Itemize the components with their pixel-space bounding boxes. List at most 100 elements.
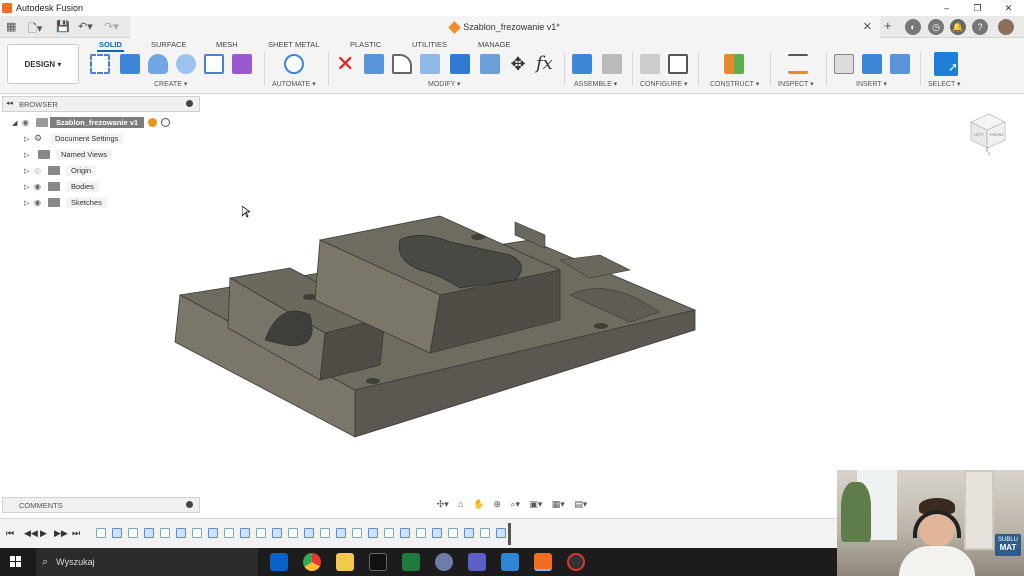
timeline-feature[interactable] <box>384 528 394 538</box>
new-component-icon[interactable] <box>572 54 592 74</box>
timeline-end-icon[interactable]: ⏭ <box>72 528 80 539</box>
timeline-start-icon[interactable]: ⏮ <box>6 528 14 539</box>
orbit-icon[interactable]: ✣▾ <box>437 499 449 510</box>
create-sketch-icon[interactable] <box>90 54 110 74</box>
timeline-feature[interactable] <box>352 528 362 538</box>
browser-item-named-views[interactable]: ▷ Named Views <box>24 148 113 161</box>
timeline-feature[interactable] <box>96 528 106 538</box>
timeline-feature[interactable] <box>256 528 266 538</box>
taskbar-search-box[interactable]: ⌕ Wyszukaj <box>36 548 258 576</box>
group-modify-label[interactable]: MODIFY ▾ <box>428 80 461 88</box>
viewcube-left-label[interactable]: LEFT <box>974 132 984 137</box>
browser-item-document-settings[interactable]: ▷ ⚙ Document Settings <box>24 132 124 145</box>
timeline-feature[interactable] <box>336 528 346 538</box>
group-configure-label[interactable]: CONFIGURE ▾ <box>640 80 687 88</box>
tab-utilities[interactable]: UTILITIES <box>412 40 447 49</box>
timeline-feature[interactable] <box>128 528 138 538</box>
timeline-feature[interactable] <box>480 528 490 538</box>
capture-app-icon[interactable] <box>369 553 387 571</box>
viewports-icon[interactable]: ▤▾ <box>574 499 587 510</box>
group-automate-label[interactable]: AUTOMATE ▾ <box>272 80 316 88</box>
timeline-feature[interactable] <box>272 528 282 538</box>
maximize-button[interactable]: ❐ <box>962 0 993 16</box>
tab-solid[interactable]: SOLID <box>97 40 124 52</box>
timeline-feature[interactable] <box>464 528 474 538</box>
grid-settings-icon[interactable]: ▦▾ <box>552 499 565 510</box>
tab-sheet-metal[interactable]: SHEET METAL <box>268 40 319 49</box>
timeline-feature[interactable] <box>400 528 410 538</box>
model-viewport[interactable] <box>160 200 720 450</box>
expand-arrow-icon[interactable]: ▷ <box>24 199 34 207</box>
timeline-feature[interactable] <box>432 528 442 538</box>
display-settings-icon[interactable]: ▣▾ <box>529 499 542 510</box>
expand-arrow-icon[interactable]: ▷ <box>24 151 34 159</box>
configure-table-icon[interactable] <box>668 54 688 74</box>
combine-icon[interactable] <box>450 54 470 74</box>
configure-icon[interactable] <box>640 54 660 74</box>
delete-icon[interactable]: ✕ <box>336 53 356 75</box>
expand-arrow-icon[interactable]: ▷ <box>24 167 34 175</box>
user-avatar[interactable] <box>998 19 1014 35</box>
timeline-step-forward-icon[interactable]: ▶▶ <box>54 528 68 539</box>
offset-plane-icon[interactable] <box>724 54 744 74</box>
timeline-feature[interactable] <box>144 528 154 538</box>
collapse-panel-icon[interactable]: ◂◂ <box>6 99 13 107</box>
close-window-button[interactable]: ✕ <box>993 0 1024 16</box>
group-select-label[interactable]: SELECT ▾ <box>928 80 961 88</box>
timeline-feature[interactable] <box>112 528 122 538</box>
expand-arrow-icon[interactable]: ▷ <box>24 183 34 191</box>
app-icon-6[interactable] <box>435 553 453 571</box>
visibility-eye-icon[interactable]: ◉ <box>22 118 34 127</box>
help-icon[interactable]: ? <box>972 19 988 35</box>
insert-canvas-icon[interactable] <box>890 54 910 74</box>
file-explorer-app-icon[interactable] <box>336 553 354 571</box>
outlook-app-icon[interactable] <box>270 553 288 571</box>
timeline-feature[interactable] <box>304 528 314 538</box>
pan-icon[interactable]: ✋ <box>473 499 484 510</box>
hole-icon[interactable] <box>176 54 196 74</box>
minimize-button[interactable]: – <box>931 0 962 16</box>
browser-root-node[interactable]: ◢ ◉ Szablon_frezowanie v1 <box>12 116 171 129</box>
new-tab-icon[interactable]: + <box>884 18 892 33</box>
extrude-icon[interactable] <box>120 54 140 74</box>
timeline-feature[interactable] <box>192 528 202 538</box>
add-comment-icon[interactable] <box>186 501 193 508</box>
recorder-app-icon[interactable] <box>567 553 585 571</box>
viewcube-front-label[interactable]: FRONT <box>990 132 1004 137</box>
shell-icon[interactable] <box>420 54 440 74</box>
split-body-icon[interactable] <box>480 54 500 74</box>
joint-icon[interactable] <box>602 54 622 74</box>
viewcube[interactable]: LEFT FRONT Z <box>965 108 1009 156</box>
look-at-icon[interactable]: ⌂ <box>458 499 463 509</box>
press-pull-icon[interactable] <box>364 54 384 74</box>
extensions-icon[interactable]: ◐ <box>905 19 921 35</box>
create-form-icon[interactable] <box>232 54 252 74</box>
excel-app-icon[interactable] <box>402 553 420 571</box>
group-insert-label[interactable]: INSERT ▾ <box>856 80 887 88</box>
file-menu-icon[interactable]: 🗋▾ <box>28 20 42 39</box>
visibility-eye-icon[interactable]: ◎ <box>34 166 46 175</box>
visibility-eye-icon[interactable]: ◉ <box>34 182 46 191</box>
browser-item-sketches[interactable]: ▷ ◉ Sketches <box>24 196 107 209</box>
document-tab[interactable]: Szablon_frezowanie v1* ✕ <box>130 16 880 38</box>
timeline-feature[interactable] <box>496 528 506 538</box>
redo-icon[interactable]: ↷▾ <box>104 20 119 33</box>
timeline-feature[interactable] <box>160 528 170 538</box>
chrome-app-icon[interactable] <box>303 553 321 571</box>
tab-surface[interactable]: SURFACE <box>151 40 186 49</box>
select-icon[interactable]: ➚ <box>934 52 958 76</box>
close-tab-icon[interactable]: ✕ <box>863 20 872 33</box>
tab-plastic[interactable]: PLASTIC <box>350 40 381 49</box>
timeline-feature[interactable] <box>416 528 426 538</box>
timeline-feature[interactable] <box>320 528 330 538</box>
windows-start-icon[interactable] <box>10 556 22 568</box>
group-construct-label[interactable]: CONSTRUCT ▾ <box>710 80 759 88</box>
timeline-feature[interactable] <box>208 528 218 538</box>
browser-item-origin[interactable]: ▷ ◎ Origin <box>24 164 97 177</box>
apps-grid-icon[interactable]: ▦ <box>6 20 16 33</box>
parameters-icon[interactable]: fx <box>536 54 556 74</box>
collapse-arrow-icon[interactable]: ◢ <box>12 119 22 127</box>
insert-derive-icon[interactable] <box>834 54 854 74</box>
timeline-feature[interactable] <box>176 528 186 538</box>
automate-icon[interactable] <box>284 54 304 74</box>
